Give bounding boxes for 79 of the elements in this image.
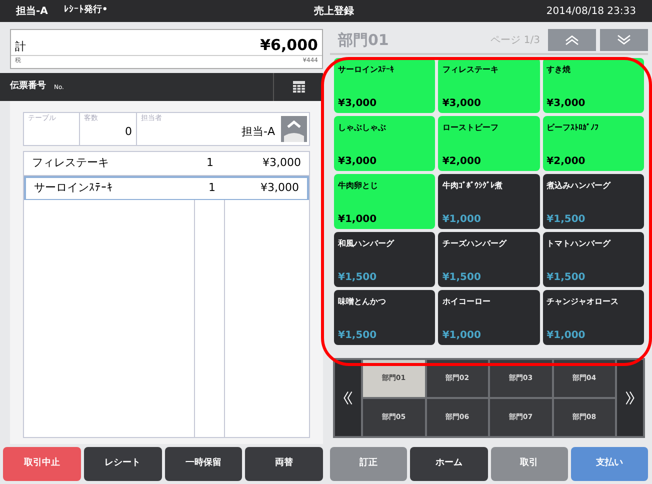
action-button[interactable]: 両替 — [245, 447, 323, 481]
staff-name: 担当-A — [242, 124, 275, 140]
operator-label: 担当-A — [16, 4, 49, 18]
menu-item-button[interactable]: しゃぶしゃぶ ¥3,000 — [334, 116, 436, 171]
menu-item-button[interactable]: サーロインｽﾃｰｷ ¥3,000 — [334, 58, 436, 113]
menu-item-button[interactable]: ホイコーロー ¥1,000 — [438, 290, 540, 345]
item-price: ¥2,000 — [546, 155, 586, 169]
menu-item-button[interactable]: 牛肉ｺﾞﾎﾞｳｼｸﾞﾚ煮 ¥1,000 — [438, 174, 540, 229]
menu-item-button[interactable]: チャンジャオロース ¥1,000 — [542, 290, 644, 345]
action-button[interactable]: レシート — [84, 447, 162, 481]
item-name: しゃぶしゃぶ — [338, 122, 386, 134]
order-row[interactable]: フィレステーキ 1 ¥3,000 — [24, 152, 309, 176]
menu-item-button[interactable]: すき焼 ¥3,000 — [542, 58, 644, 113]
action-button[interactable]: 一時保留 — [164, 447, 242, 481]
item-qty: 1 — [208, 180, 216, 196]
previous-button[interactable] — [335, 360, 361, 436]
item-name: チーズハンバーグ — [442, 238, 506, 250]
chevron-up-icon — [563, 34, 581, 46]
menu-item-button[interactable]: トマトハンバーグ ¥1,500 — [542, 232, 644, 287]
menu-item-button[interactable]: ローストビーフ ¥2,000 — [438, 116, 540, 171]
item-name: サーロインｽﾃｰｷ — [33, 180, 114, 196]
double-chevron-left-icon — [343, 390, 353, 406]
item-price: ¥2,000 — [442, 155, 481, 169]
item-price: ¥3,000 — [546, 97, 586, 111]
item-name: サーロインｽﾃｰｷ — [338, 64, 394, 76]
item-name: フィレステーキ — [442, 64, 498, 76]
page-down-button[interactable] — [600, 29, 648, 51]
total-label: 計 — [15, 38, 26, 54]
item-name: 牛肉ｺﾞﾎﾞｳｼｸﾞﾚ煮 — [442, 180, 502, 192]
item-name: ビーフｽﾄﾛｶﾞﾉﾌ — [546, 122, 599, 134]
item-name: 和風ハンバーグ — [338, 238, 394, 250]
menu-item-button[interactable]: 煮込みハンバーグ ¥1,500 — [542, 174, 644, 229]
item-name: 味噌とんかつ — [338, 296, 386, 308]
chevron-down-icon — [615, 34, 633, 46]
order-row[interactable]: サーロインｽﾃｰｷ 1 ¥3,000 — [24, 176, 309, 200]
item-name: ホイコーロー — [442, 296, 490, 308]
screen-title: 売上登録 — [314, 4, 355, 18]
item-price: ¥3,000 — [338, 155, 377, 169]
item-name: 煮込みハンバーグ — [546, 180, 611, 192]
page-up-button[interactable] — [548, 29, 596, 51]
item-price: ¥3,000 — [338, 97, 377, 111]
item-price: ¥1,000 — [442, 213, 481, 227]
slip-label: 伝票番号 — [10, 80, 46, 94]
action-button[interactable]: ホーム — [410, 447, 488, 481]
guests-count: 0 — [125, 124, 132, 140]
item-name: チャンジャオロース — [546, 296, 619, 308]
double-chevron-right-icon — [625, 390, 635, 406]
item-name: トマトハンバーグ — [546, 238, 611, 250]
action-button[interactable]: 取引中止 — [3, 447, 81, 481]
datetime: 2014/08/18 23:33 — [546, 4, 636, 18]
item-price: ¥1,500 — [546, 271, 586, 285]
item-price: ¥3,000 — [260, 180, 300, 196]
menu-item-button[interactable]: フィレステーキ ¥3,000 — [438, 58, 540, 113]
item-price: ¥1,500 — [338, 271, 377, 285]
item-price: ¥1,000 — [442, 329, 481, 343]
item-qty: 1 — [206, 155, 214, 172]
item-price: ¥1,500 — [442, 271, 481, 285]
item-price: ¥1,500 — [338, 329, 377, 343]
item-price: ¥1,000 — [338, 213, 377, 227]
next-button[interactable] — [617, 360, 643, 436]
item-price: ¥1,500 — [546, 213, 586, 227]
item-price: ¥3,000 — [262, 155, 302, 172]
item-name: フィレステーキ — [31, 155, 110, 172]
menu-item-button[interactable]: ビーフｽﾄﾛｶﾞﾉﾌ ¥2,000 — [542, 116, 644, 171]
item-price: ¥3,000 — [442, 97, 481, 111]
item-name: すき焼 — [546, 64, 571, 76]
menu-item-button[interactable]: 和風ハンバーグ ¥1,500 — [334, 232, 436, 287]
item-name: ローストビーフ — [442, 122, 498, 134]
item-price: ¥1,000 — [546, 329, 586, 343]
menu-item-button[interactable]: 牛肉卵とじ ¥1,000 — [334, 174, 436, 229]
total-amount: ¥6,000 — [260, 38, 318, 53]
menu-item-button[interactable]: チーズハンバーグ ¥1,500 — [438, 232, 540, 287]
category-title: 部門01 — [338, 30, 390, 51]
page-indicator: ページ 1/3 — [490, 34, 540, 48]
calculator-icon[interactable] — [292, 81, 304, 93]
receipt-toggle[interactable]: ﾚｼｰﾄ発行• — [64, 4, 314, 18]
person-icon[interactable] — [281, 116, 307, 142]
item-name: 牛肉卵とじ — [338, 180, 378, 192]
menu-item-button[interactable]: 味噌とんかつ ¥1,500 — [334, 290, 436, 345]
